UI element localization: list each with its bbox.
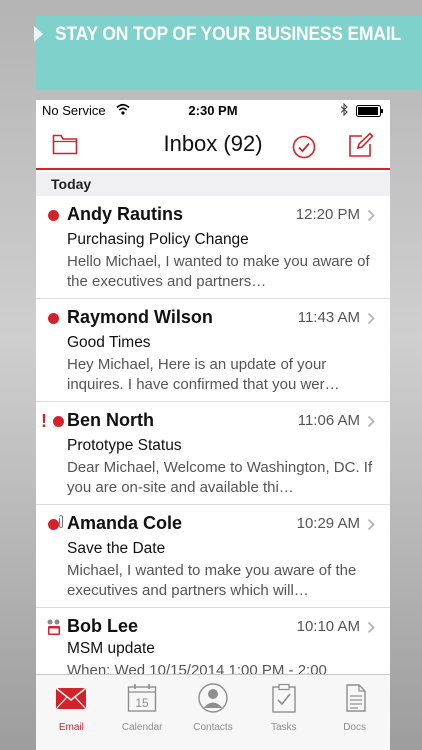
envelope-icon [55, 687, 87, 710]
message-row[interactable]: ! Ben North 11:06 AM Prototype Status De… [36, 402, 390, 505]
message-subject: Prototype Status [67, 437, 182, 454]
message-subject: Good Times [67, 334, 151, 351]
calendar-icon: 15 [127, 684, 157, 712]
phone-screen: No Service 2:30 PM Inbox (92) Today Andy… [36, 100, 390, 750]
message-list: Andy Rautins 12:20 PM Purchasing Policy … [36, 196, 390, 711]
unread-dot-icon [48, 313, 59, 324]
person-icon [198, 683, 228, 713]
message-preview: Dear Michael, Welcome to Washington, DC.… [67, 459, 373, 496]
document-icon [345, 684, 366, 712]
message-sender: Raymond Wilson [67, 307, 213, 327]
chevron-right-icon [367, 415, 375, 428]
message-time: 11:43 AM [297, 309, 360, 326]
message-sender: Amanda Cole [67, 513, 183, 533]
message-time: 12:20 PM [295, 206, 360, 223]
message-row[interactable]: Raymond Wilson 11:43 AM Good Times Hey M… [36, 299, 390, 402]
calendar-day: 15 [136, 696, 150, 710]
bluetooth-icon [340, 103, 348, 116]
chevron-right-icon [367, 209, 375, 222]
section-header-today: Today [36, 172, 390, 196]
tab-label: Email [58, 722, 84, 733]
tab-calendar[interactable]: 15 Calendar [107, 675, 178, 750]
clipboard-check-icon [272, 683, 296, 713]
tab-contacts[interactable]: Contacts [178, 675, 249, 750]
message-time: 11:06 AM [297, 412, 360, 429]
tab-email[interactable]: Email [36, 675, 107, 750]
unread-dot-icon [48, 210, 59, 221]
message-preview: Hello Michael, I wanted to make you awar… [67, 253, 370, 290]
message-preview: Hey Michael, Here is an update of your i… [67, 356, 340, 393]
high-priority-icon: ! [41, 411, 47, 431]
nav-bar: Inbox (92) [36, 122, 390, 170]
chevron-right-icon [367, 312, 375, 325]
message-subject: MSM update [67, 640, 155, 657]
message-sender: Ben North [67, 410, 154, 430]
tab-bar: Email 15 Calendar Contacts Tasks Docs [36, 674, 390, 750]
tab-label: Calendar [121, 722, 163, 733]
paperclip-icon [58, 514, 64, 529]
tab-label: Contacts [193, 722, 233, 733]
page-title: Inbox (92) [163, 131, 263, 156]
message-sender: Bob Lee [67, 616, 139, 636]
message-subject: Purchasing Policy Change [67, 231, 249, 248]
chevron-right-icon [367, 518, 375, 531]
chevron-right-icon [367, 621, 375, 634]
tab-tasks[interactable]: Tasks [248, 675, 319, 750]
message-time: 10:29 AM [296, 515, 360, 532]
banner-headline: STAY ON TOP OF YOUR BUSINESS EMAIL [55, 24, 402, 45]
status-time: 2:30 PM [188, 103, 238, 118]
message-preview: Michael, I wanted to make you aware of t… [67, 562, 357, 599]
tab-label: Tasks [271, 722, 297, 733]
tab-label: Docs [343, 722, 366, 733]
message-row[interactable]: Andy Rautins 12:20 PM Purchasing Policy … [36, 196, 390, 299]
compose-icon[interactable] [348, 132, 374, 158]
message-time: 10:10 AM [296, 618, 360, 635]
battery-icon [356, 105, 383, 117]
tab-docs[interactable]: Docs [319, 675, 390, 750]
banner-notch [34, 26, 43, 42]
check-circle-icon[interactable] [292, 135, 316, 159]
message-subject: Save the Date [67, 540, 166, 557]
unread-dot-icon [53, 416, 64, 427]
meeting-invite-icon [47, 619, 60, 635]
status-bar: No Service 2:30 PM [36, 100, 390, 122]
message-sender: Andy Rautins [67, 204, 184, 224]
message-row[interactable]: Amanda Cole 10:29 AM Save the Date Micha… [36, 505, 390, 608]
